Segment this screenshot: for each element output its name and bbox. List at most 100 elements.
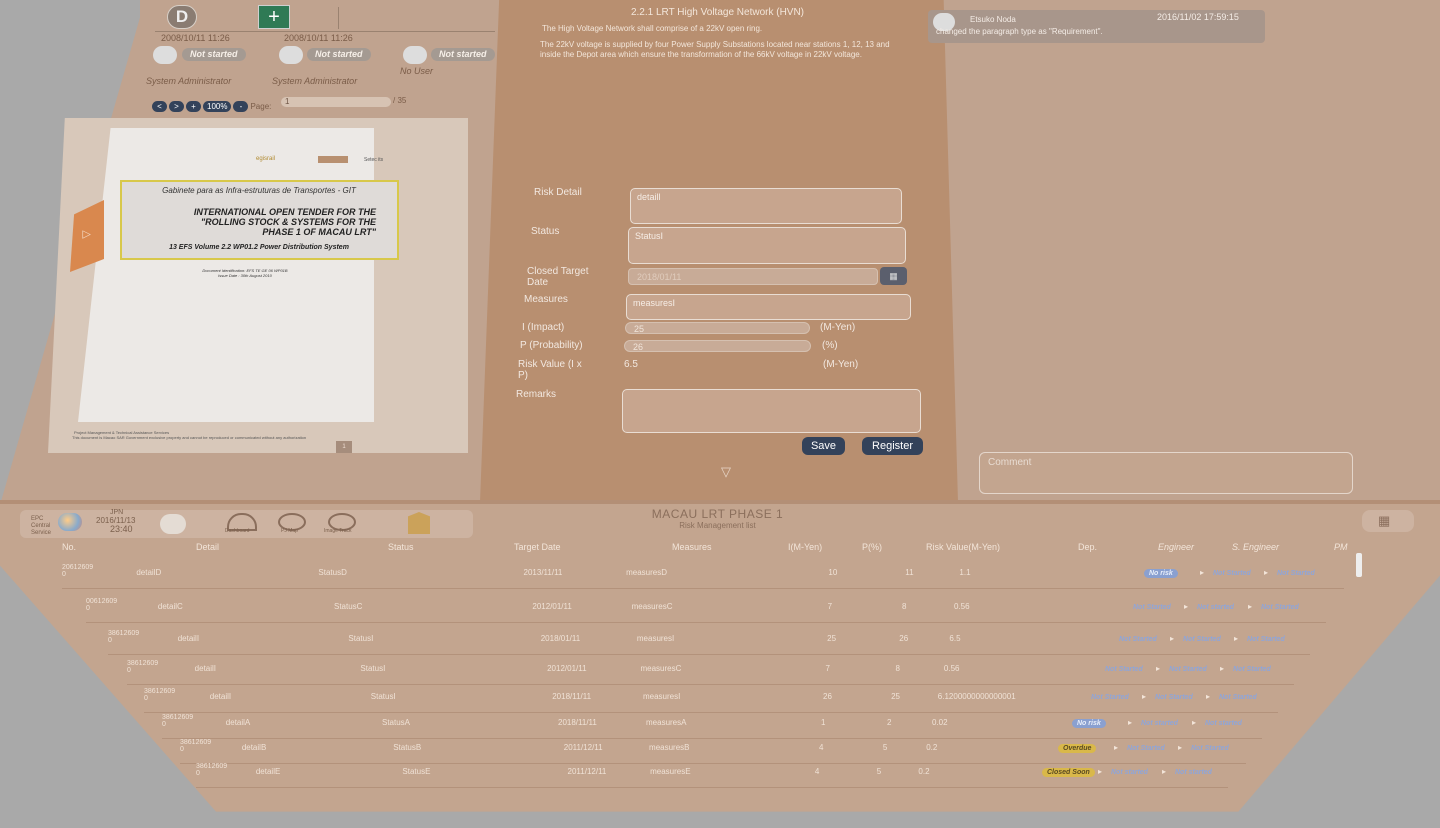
- table-cell-detail: detailA: [225, 718, 251, 727]
- prev-page-button[interactable]: <: [152, 101, 167, 112]
- column-header[interactable]: Dep.: [1078, 542, 1097, 552]
- table-cell-measures: measuresI: [636, 634, 675, 643]
- table-cell-p: 26: [899, 634, 909, 643]
- doc-title-line: PHASE 1 OF MACAU LRT": [262, 227, 376, 237]
- status-badge: No risk: [1072, 719, 1106, 728]
- table-cell-p: 2: [887, 718, 892, 727]
- time: 23:40: [110, 524, 133, 534]
- risk-detail-field[interactable]: detaill: [630, 188, 902, 224]
- status-badge: Not Started: [1155, 694, 1193, 701]
- table-cell-p: 5: [876, 767, 882, 776]
- table-cell-i: 25: [827, 634, 837, 643]
- measures-field[interactable]: measuresI: [626, 294, 911, 320]
- status-badge: Closed Soon: [1042, 768, 1095, 777]
- closed-target-date-input[interactable]: 2018/01/11: [628, 268, 878, 285]
- table-cell-p: 8: [895, 664, 900, 673]
- status-badge: Not Started: [1191, 745, 1229, 752]
- table-cell-date: 2011/12/11: [567, 767, 607, 776]
- table-cell-date: 2018/11/11: [552, 692, 592, 701]
- status-badge: Not started: [1111, 769, 1148, 776]
- column-header[interactable]: Risk Value(M-Yen): [926, 542, 1000, 552]
- status-badge: Not Started: [1133, 604, 1171, 611]
- scrollbar[interactable]: [1356, 553, 1362, 577]
- arrow-icon: ▸: [1114, 743, 1119, 752]
- document-icon[interactable]: [408, 512, 430, 534]
- zoom-out-button[interactable]: -: [233, 101, 249, 112]
- arrow-icon: ▸: [1170, 634, 1175, 643]
- table-cell-rv: 6.5: [949, 634, 961, 643]
- impact-unit: (M-Yen): [820, 322, 856, 333]
- table-cell-measures: measuresB: [649, 743, 690, 752]
- probability-input[interactable]: 26: [624, 340, 811, 352]
- status-badge: Not Started: [1213, 570, 1251, 577]
- remarks-field[interactable]: [622, 389, 921, 433]
- table-cell-measures: measuresA: [646, 718, 687, 727]
- column-header[interactable]: Detail: [196, 542, 219, 552]
- arrow-icon: ▸: [1220, 664, 1225, 673]
- divider: [338, 7, 339, 29]
- add-button[interactable]: +: [258, 5, 290, 29]
- status-label: Status: [531, 226, 560, 237]
- table-cell-detail: detailI: [177, 634, 200, 643]
- status-badge: Not started: [182, 48, 246, 61]
- timestamp: 2008/10/11 11:26: [161, 33, 230, 43]
- user-avatar-icon[interactable]: [160, 514, 186, 534]
- column-header[interactable]: No.: [62, 542, 76, 552]
- table-cell-no: 38612609 0: [196, 763, 228, 777]
- grid-icon: ▦: [1378, 513, 1391, 528]
- save-button[interactable]: Save: [802, 437, 845, 455]
- table-cell-rv: 0.56: [954, 602, 970, 611]
- table-cell-no: 20612609 0: [62, 564, 94, 578]
- remarks-label: Remarks: [516, 389, 557, 400]
- table-cell-detail: detailE: [255, 767, 281, 776]
- table-cell-detail: detailI: [194, 664, 217, 673]
- calendar-view-button[interactable]: ▦: [1362, 510, 1414, 532]
- impact-input[interactable]: 25: [625, 322, 810, 334]
- assignee-name: System Administrator: [146, 76, 232, 86]
- zoom-level-button[interactable]: 100%: [203, 101, 232, 112]
- status-badge: Not Started: [1169, 666, 1207, 673]
- table-cell-date: 2013/11/11: [523, 568, 563, 577]
- user-avatar-letter[interactable]: D: [167, 5, 197, 29]
- table-cell-detail: detailC: [157, 602, 183, 611]
- column-header[interactable]: P(%): [862, 542, 882, 552]
- row-divider: [62, 588, 1344, 589]
- table-cell-status: StatusC: [334, 602, 363, 611]
- arrow-icon: ▸: [1200, 568, 1205, 577]
- table-cell-rv: 1.1: [959, 568, 971, 577]
- expand-icon[interactable]: ▽: [721, 464, 731, 480]
- next-page-button[interactable]: >: [169, 101, 184, 112]
- status-badge: Not Started: [1261, 604, 1299, 611]
- comment-input[interactable]: Comment: [979, 452, 1353, 494]
- logo-setec: Setec its: [364, 157, 384, 163]
- page-title: MACAU LRT PHASE 1: [651, 507, 784, 521]
- status-field[interactable]: StatusI: [628, 227, 906, 264]
- column-header[interactable]: Measures: [672, 542, 712, 552]
- table-cell-measures: measuresI: [642, 692, 681, 701]
- zoom-in-button[interactable]: +: [186, 101, 201, 112]
- calendar-icon[interactable]: ▦: [880, 267, 907, 285]
- status-badge: Not Started: [1119, 636, 1157, 643]
- column-header[interactable]: PM: [1334, 542, 1348, 552]
- pj-map-label: PJ Map: [281, 528, 298, 534]
- globe-icon[interactable]: [58, 513, 82, 531]
- column-header[interactable]: Engineer: [1158, 542, 1194, 552]
- status-badge: Not started: [1205, 720, 1242, 727]
- status-badge: Not Started: [1091, 694, 1129, 701]
- page-input[interactable]: 1: [281, 97, 391, 107]
- register-button[interactable]: Register: [862, 437, 923, 455]
- arrow-icon: ▸: [1142, 692, 1147, 701]
- table-cell-date: 2012/01/11: [532, 602, 572, 611]
- table-cell-rv: 0.2: [926, 743, 938, 752]
- table-cell-status: StatusI: [370, 692, 396, 701]
- column-header[interactable]: S. Engineer: [1232, 542, 1279, 552]
- impact-label: I (Impact): [522, 322, 565, 333]
- table-cell-rv: 0.02: [932, 718, 948, 727]
- table-cell-no: 38612609 0: [144, 688, 176, 702]
- table-cell-date: 2012/01/11: [547, 664, 587, 673]
- column-header[interactable]: I(M-Yen): [788, 542, 822, 552]
- column-header[interactable]: Target Date: [514, 542, 561, 552]
- table-cell-measures: measuresD: [626, 568, 667, 577]
- doc-meta: Issue Date : 30th August 2010: [218, 273, 272, 278]
- column-header[interactable]: Status: [388, 542, 414, 552]
